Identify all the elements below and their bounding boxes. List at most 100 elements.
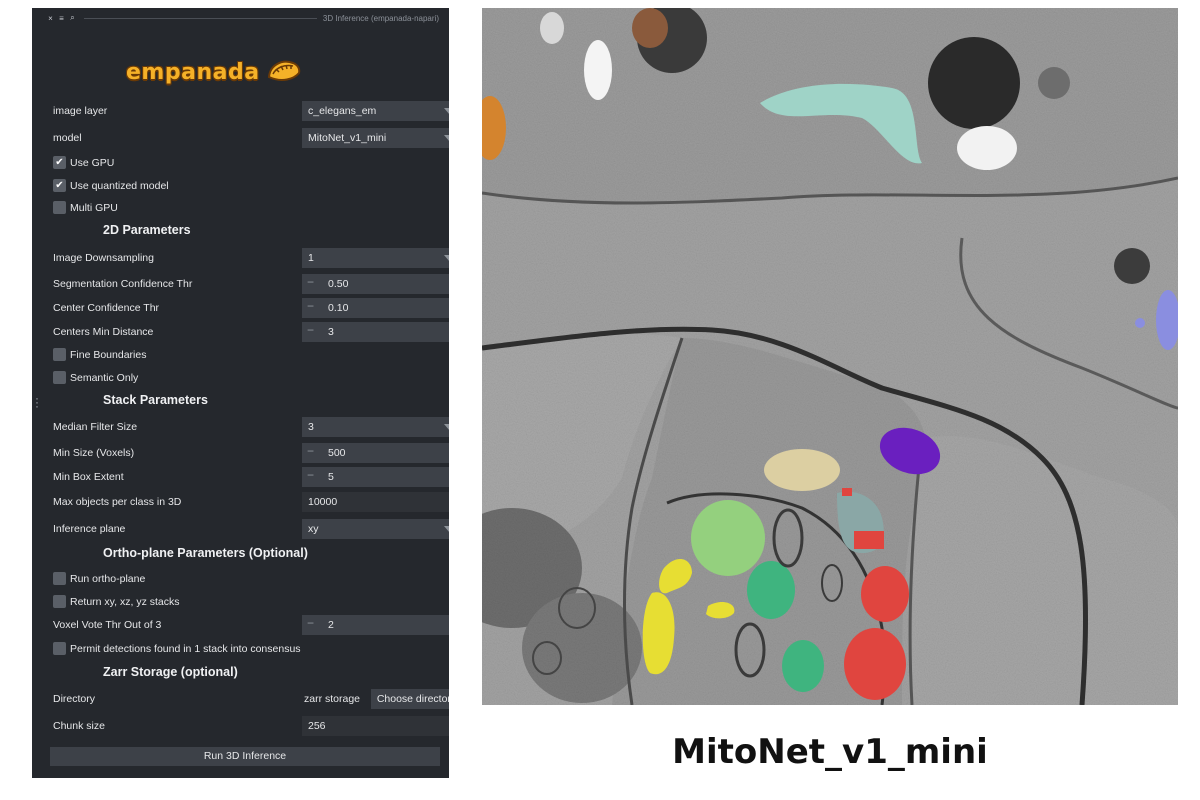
multi-gpu-checkbox[interactable]: Multi GPU xyxy=(53,199,353,217)
semantic-only-checkbox[interactable]: Semantic Only xyxy=(53,369,353,387)
multi-gpu-label: Multi GPU xyxy=(70,202,118,214)
chunk-size-input[interactable]: 256 xyxy=(302,716,449,736)
downsampling-value: 1 xyxy=(308,252,314,264)
min-box-value: 5 xyxy=(328,471,334,483)
drag-handle[interactable]: · · · xyxy=(35,392,39,412)
seg-conf-spinbox[interactable]: − 0.50 + xyxy=(302,274,449,294)
min-size-spinbox[interactable]: − 500 + xyxy=(302,443,449,463)
downsampling-select[interactable]: 1 xyxy=(302,248,449,268)
checkbox-box xyxy=(53,371,66,384)
center-conf-row: Center Confidence Thr − 0.10 + xyxy=(53,298,449,318)
max-objects-label: Max objects per class in 3D xyxy=(53,496,182,508)
return-stacks-label: Return xy, xz, yz stacks xyxy=(70,596,180,608)
center-min-dist-label: Centers Min Distance xyxy=(53,326,154,338)
image-layer-label: image layer xyxy=(53,105,108,117)
checkbox-box xyxy=(53,348,66,361)
max-objects-input[interactable]: 10000 xyxy=(302,492,449,512)
chunk-size-row: Chunk size 256 xyxy=(53,716,449,736)
close-icon[interactable]: × xyxy=(45,14,56,23)
use-quantized-label: Use quantized model xyxy=(70,180,169,192)
permit-detections-label: Permit detections found in 1 stack into … xyxy=(70,643,301,655)
chevron-down-icon xyxy=(444,135,449,142)
max-objects-value: 10000 xyxy=(308,496,338,508)
empanada-logo: empanada xyxy=(126,52,306,92)
min-box-label: Min Box Extent xyxy=(53,471,124,483)
return-stacks-checkbox[interactable]: Return xy, xz, yz stacks xyxy=(53,593,353,611)
checkbox-box xyxy=(53,642,66,655)
center-min-dist-row: Centers Min Distance − 3 + xyxy=(53,322,449,342)
titlebar-divider xyxy=(84,17,317,19)
mito-red xyxy=(861,566,909,622)
chunk-size-label: Chunk size xyxy=(53,720,105,732)
vote-thr-spinbox[interactable]: − 2 + xyxy=(302,615,449,635)
image-layer-select[interactable]: c_elegans_em xyxy=(302,101,449,121)
fine-boundaries-label: Fine Boundaries xyxy=(70,349,147,361)
chunk-size-value: 256 xyxy=(308,720,326,732)
mito-beige xyxy=(764,449,840,491)
logo-text: empanada xyxy=(126,59,260,85)
image-layer-row: image layer c_elegans_em xyxy=(53,101,449,121)
section-2d-parameters: 2D Parameters xyxy=(103,223,191,237)
min-box-row: Min Box Extent − 5 + xyxy=(53,467,449,487)
mito-green xyxy=(747,561,795,619)
chevron-down-icon xyxy=(444,108,449,115)
fine-boundaries-checkbox[interactable]: Fine Boundaries xyxy=(53,346,353,364)
center-min-dist-spinbox[interactable]: − 3 + xyxy=(302,322,449,342)
run-3d-inference-button[interactable]: Run 3D Inference xyxy=(50,747,440,766)
checkbox-box xyxy=(53,572,66,585)
float-icon[interactable]: ≡ xyxy=(56,14,67,23)
minus-icon[interactable]: − xyxy=(307,275,314,289)
downsampling-label: Image Downsampling xyxy=(53,252,154,264)
inference-plane-label: Inference plane xyxy=(53,523,126,535)
directory-row: Directory zarr storage Choose directory xyxy=(53,689,449,709)
search-icon[interactable]: ⌕ xyxy=(67,13,78,23)
minus-icon[interactable]: − xyxy=(307,468,314,482)
model-value: MitoNet_v1_mini xyxy=(308,132,387,144)
max-objects-row: Max objects per class in 3D 10000 xyxy=(53,492,449,512)
semantic-only-label: Semantic Only xyxy=(70,372,139,384)
seg-conf-value: 0.50 xyxy=(328,278,349,290)
center-min-dist-value: 3 xyxy=(328,326,334,338)
directory-value: zarr storage xyxy=(304,693,361,705)
minus-icon[interactable]: − xyxy=(307,616,314,630)
model-select[interactable]: MitoNet_v1_mini xyxy=(302,128,449,148)
median-filter-label: Median Filter Size xyxy=(53,421,138,433)
permit-detections-checkbox[interactable]: Permit detections found in 1 stack into … xyxy=(53,640,443,658)
use-gpu-checkbox[interactable]: ✔ Use GPU xyxy=(53,154,353,172)
median-filter-row: Median Filter Size 3 xyxy=(53,417,449,437)
minus-icon[interactable]: − xyxy=(307,323,314,337)
checkbox-box: ✔ xyxy=(53,156,66,169)
em-segmentation-image xyxy=(482,8,1178,705)
choose-directory-button[interactable]: Choose directory xyxy=(371,689,449,709)
min-box-spinbox[interactable]: − 5 + xyxy=(302,467,449,487)
downsampling-row: Image Downsampling 1 xyxy=(53,248,449,268)
checkbox-box xyxy=(53,201,66,214)
center-conf-spinbox[interactable]: − 0.10 + xyxy=(302,298,449,318)
vote-thr-label: Voxel Vote Thr Out of 3 xyxy=(53,619,162,631)
panel-titlebar: × ≡ ⌕ 3D Inference (empanada-napari) xyxy=(32,8,449,28)
center-conf-label: Center Confidence Thr xyxy=(53,302,160,314)
checkbox-box: ✔ xyxy=(53,179,66,192)
inference-plane-value: xy xyxy=(308,523,319,535)
minus-icon[interactable]: − xyxy=(307,444,314,458)
minus-icon[interactable]: − xyxy=(307,299,314,313)
vote-thr-value: 2 xyxy=(328,619,334,631)
min-size-row: Min Size (Voxels) − 500 + xyxy=(53,443,449,463)
median-filter-select[interactable]: 3 xyxy=(302,417,449,437)
section-stack-parameters: Stack Parameters xyxy=(103,393,208,407)
mito-lightgreen xyxy=(691,500,765,576)
inference-plane-row: Inference plane xy xyxy=(53,519,449,539)
directory-label: Directory xyxy=(53,693,96,705)
run-ortho-label: Run ortho-plane xyxy=(70,573,146,585)
page: × ≡ ⌕ 3D Inference (empanada-napari) emp… xyxy=(0,0,1200,800)
section-zarr-storage: Zarr Storage (optional) xyxy=(103,665,238,679)
run-ortho-checkbox[interactable]: Run ortho-plane xyxy=(53,570,353,588)
empanada-icon xyxy=(267,60,300,81)
use-quantized-checkbox[interactable]: ✔ Use quantized model xyxy=(53,177,353,195)
inference-plane-select[interactable]: xy xyxy=(302,519,449,539)
model-caption: MitoNet_v1_mini xyxy=(672,732,988,772)
image-layer-value: c_elegans_em xyxy=(308,105,377,117)
seg-conf-row: Segmentation Confidence Thr − 0.50 + xyxy=(53,274,449,294)
seg-conf-label: Segmentation Confidence Thr xyxy=(53,278,193,290)
center-conf-value: 0.10 xyxy=(328,302,349,314)
